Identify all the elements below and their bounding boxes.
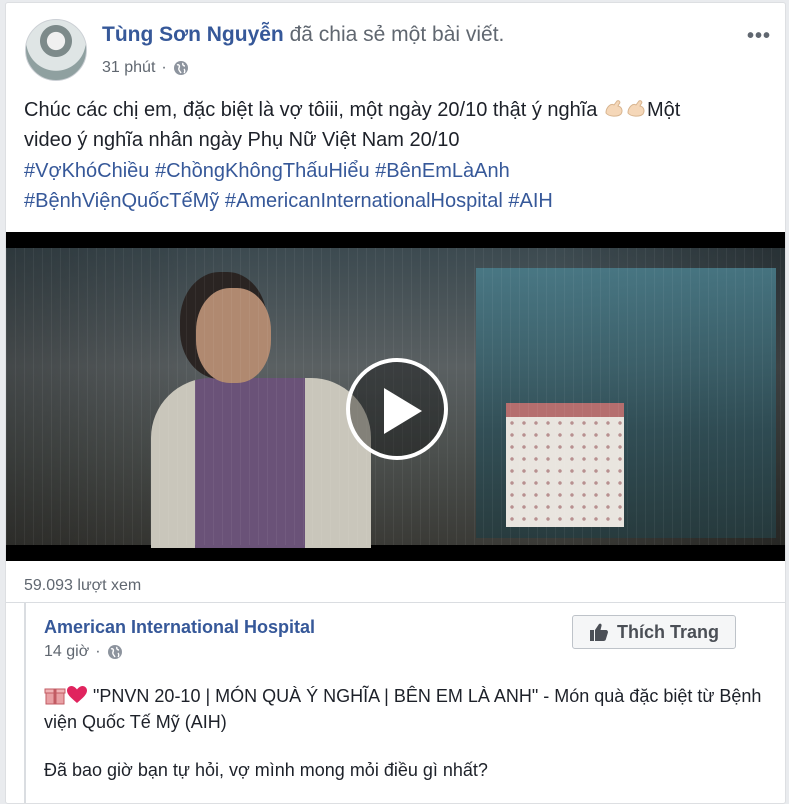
post-meta: 31 phút · [102, 59, 189, 77]
hashtag-link[interactable]: #AmericanInternationalHospital [225, 190, 503, 212]
shared-page-name[interactable]: American International Hospital [44, 617, 315, 638]
meta-separator: · [161, 59, 167, 76]
play-button-icon[interactable] [346, 358, 448, 460]
post-text-line1-end: Một [646, 99, 681, 121]
more-options-icon[interactable]: ••• [747, 25, 771, 48]
shared-post: American International Hospital 14 giờ ·… [24, 603, 771, 803]
globe-icon[interactable] [173, 60, 189, 76]
post-text-line1: Chúc các chị em, đặc biệt là vợ tôiii, m… [24, 99, 598, 121]
shared-post-timestamp[interactable]: 14 giờ [44, 643, 89, 661]
hashtag-link[interactable]: #AIH [508, 190, 552, 212]
shared-post-text-body: "PNVN 20-10 | MÓN QUÀ Ý NGHĨA | BÊN EM L… [44, 686, 762, 732]
shared-post-text-2: Đã bao giờ bạn tự hỏi, vợ mình mong mỏi … [44, 760, 488, 780]
video-thumbnail[interactable] [6, 248, 785, 548]
hashtag-link[interactable]: #BênEmLàAnh [375, 160, 510, 182]
globe-icon[interactable] [107, 644, 123, 660]
post-text-line2: video ý nghĩa nhân ngày Phụ Nữ Việt Nam … [24, 129, 460, 151]
red-heart-emoji-icon [67, 686, 87, 703]
post-timestamp[interactable]: 31 phút [102, 59, 155, 77]
video-player[interactable] [6, 232, 785, 561]
shared-post-text: "PNVN 20-10 | MÓN QUÀ Ý NGHĨA | BÊN EM L… [44, 683, 764, 735]
author-avatar[interactable] [25, 19, 87, 81]
flexed-biceps-emoji-icon [627, 100, 645, 117]
like-page-button[interactable]: Thích Trang [572, 615, 736, 649]
flexed-biceps-emoji-icon [605, 100, 623, 117]
like-page-label: Thích Trang [616, 621, 719, 642]
shared-post-meta: 14 giờ · [44, 643, 123, 661]
thumbs-up-icon [589, 623, 608, 641]
gift-emoji-icon [44, 688, 66, 705]
post-text: Chúc các chị em, đặc biệt là vợ tôiii, m… [24, 95, 769, 155]
hashtag-link[interactable]: #ChồngKhôngThấuHiểu [155, 160, 370, 182]
post-card: Tùng Sơn Nguyễn đã chia sẻ một bài viết.… [5, 2, 786, 804]
hashtag-list: #VợKhóChiều #ChồngKhôngThấuHiểu #BênEmLà… [24, 156, 769, 216]
hashtag-link[interactable]: #BệnhViệnQuốcTếMỹ [24, 190, 219, 212]
view-count: 59.093 lượt xem [24, 577, 142, 594]
hashtag-link[interactable]: #VợKhóChiều [24, 160, 149, 182]
meta-separator: · [95, 643, 101, 660]
post-header: Tùng Sơn Nguyễn đã chia sẻ một bài viết. [102, 23, 504, 47]
author-name[interactable]: Tùng Sơn Nguyễn [102, 23, 284, 46]
post-action-text: đã chia sẻ một bài viết. [289, 23, 505, 46]
